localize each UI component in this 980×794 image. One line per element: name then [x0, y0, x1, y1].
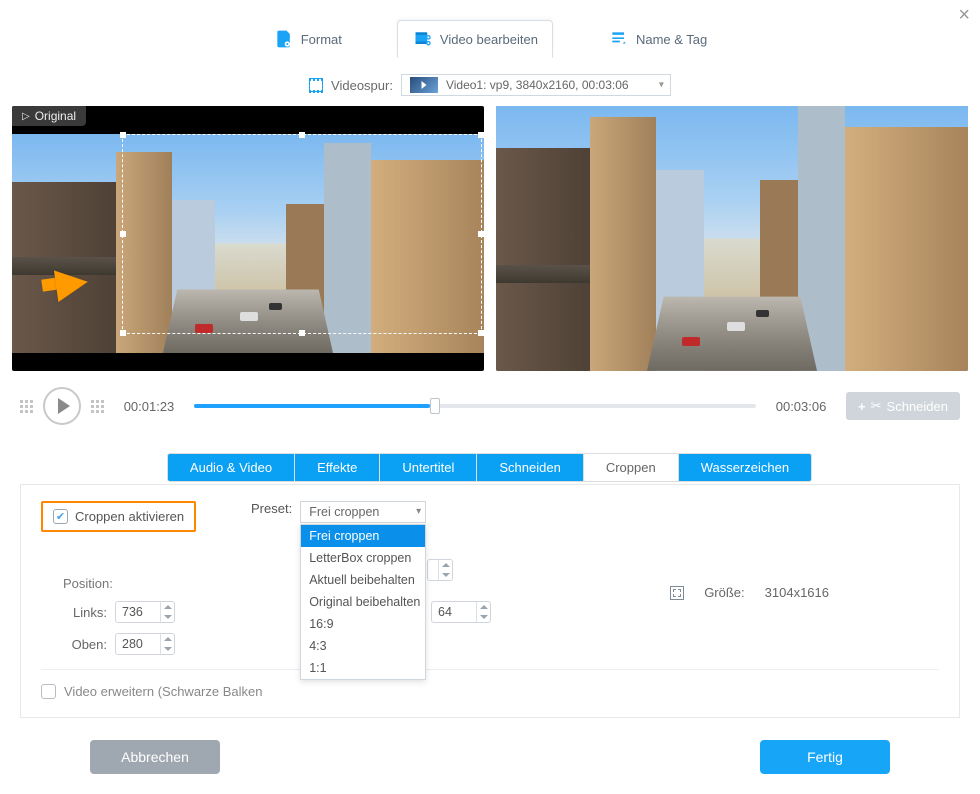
left-spinner[interactable]: 736: [115, 601, 175, 623]
tab-format[interactable]: Format: [258, 20, 357, 58]
cut-button[interactable]: +✂Schneiden: [846, 392, 960, 420]
film-icon: [309, 78, 323, 92]
crop-activate-highlight: ✔ Croppen aktivieren: [41, 501, 196, 532]
top-spinner[interactable]: 280: [115, 633, 175, 655]
expand-row: Video erweitern (Schwarze Balken: [41, 669, 939, 699]
size-label: Größe:: [704, 585, 744, 600]
time-current: 00:01:23: [114, 399, 184, 414]
seek-slider[interactable]: [194, 404, 756, 408]
seek-thumb[interactable]: [430, 398, 440, 414]
bottom-buttons: Abbrechen Fertig: [0, 732, 980, 794]
close-icon[interactable]: ×: [958, 4, 970, 27]
preset-option[interactable]: 1:1: [301, 657, 425, 679]
expand-label: Video erweitern (Schwarze Balken: [64, 684, 262, 699]
chevron-down-icon: ▾: [416, 506, 421, 517]
preset-option[interactable]: 16:9: [301, 613, 425, 635]
arrow-hint-icon: [54, 266, 90, 302]
left-label: Links:: [63, 605, 107, 620]
size-block: Größe: 3104x1616: [670, 585, 829, 600]
track-value: Video1: vp9, 3840x2160, 00:03:06: [446, 78, 629, 92]
preset-option[interactable]: LetterBox croppen: [301, 547, 425, 569]
crop-rectangle[interactable]: [122, 134, 482, 334]
preset-label: Preset:: [251, 501, 292, 516]
document-gear-icon: [273, 29, 295, 49]
sub-tabs: Audio & Video Effekte Untertitel Schneid…: [0, 453, 980, 482]
tab-format-label: Format: [301, 32, 342, 47]
hidden-spinner[interactable]: [427, 559, 453, 581]
extra-spinner[interactable]: 64: [431, 601, 491, 623]
film-scissors-icon: [412, 29, 434, 49]
size-value: 3104x1616: [765, 585, 829, 600]
crop-panel: ✔ Croppen aktivieren Preset: Frei croppe…: [20, 484, 960, 718]
preset-option[interactable]: Frei croppen: [301, 525, 425, 547]
subtab-subtitles[interactable]: Untertitel: [379, 453, 477, 482]
edit-icon: [608, 29, 630, 49]
video-preview-row: ▷Original Vorschau🔍: [0, 106, 980, 371]
preset-dropdown[interactable]: Frei croppen▾ Frei croppen LetterBox cro…: [300, 501, 426, 523]
preset-option[interactable]: Original beibehalten: [301, 591, 425, 613]
size-icon: [670, 586, 684, 600]
play-button[interactable]: [43, 387, 81, 425]
original-label: ▷Original: [12, 106, 86, 126]
subtab-effects[interactable]: Effekte: [294, 453, 380, 482]
preview-video-panel[interactable]: Vorschau🔍: [496, 106, 968, 371]
preset-dropdown-list: Frei croppen LetterBox croppen Aktuell b…: [300, 524, 426, 680]
crop-activate-label: Croppen aktivieren: [75, 509, 184, 524]
original-video-panel[interactable]: ▷Original: [12, 106, 484, 371]
tab-nametag-label: Name & Tag: [636, 32, 707, 47]
preset-option[interactable]: 4:3: [301, 635, 425, 657]
track-thumbnail: [410, 77, 438, 93]
subtab-watermark[interactable]: Wasserzeichen: [678, 453, 812, 482]
subtab-cut[interactable]: Schneiden: [476, 453, 583, 482]
preset-option[interactable]: Aktuell beibehalten: [301, 569, 425, 591]
time-total: 00:03:06: [766, 399, 836, 414]
top-label: Oben:: [63, 637, 107, 652]
tab-name-tag[interactable]: Name & Tag: [593, 20, 722, 58]
crop-activate-checkbox[interactable]: ✔: [53, 509, 68, 524]
video-track-row: Videospur: Video1: vp9, 3840x2160, 00:03…: [0, 74, 980, 96]
done-button[interactable]: Fertig: [760, 740, 890, 774]
video-track-select[interactable]: Video1: vp9, 3840x2160, 00:03:06 ▾: [401, 74, 671, 96]
tab-edit-label: Video bearbeiten: [440, 32, 538, 47]
playback-bar: 00:01:23 00:03:06 +✂Schneiden: [0, 371, 980, 435]
video-track-label: Videospur:: [331, 78, 393, 93]
video-frame-preview: [496, 106, 968, 371]
chevron-down-icon: ▾: [659, 80, 664, 91]
tab-edit-video[interactable]: Video bearbeiten: [397, 20, 553, 58]
expand-checkbox[interactable]: [41, 684, 56, 699]
subtab-crop[interactable]: Croppen: [583, 453, 679, 482]
scissors-icon: ✂: [871, 398, 882, 414]
subtab-audio-video[interactable]: Audio & Video: [167, 453, 295, 482]
top-tabs: Format Video bearbeiten Name & Tag: [0, 0, 980, 68]
preset-row: Preset: Frei croppen▾ Frei croppen Lette…: [251, 501, 426, 523]
grip-icon[interactable]: [91, 400, 104, 413]
cancel-button[interactable]: Abbrechen: [90, 740, 220, 774]
grip-icon[interactable]: [20, 400, 33, 413]
